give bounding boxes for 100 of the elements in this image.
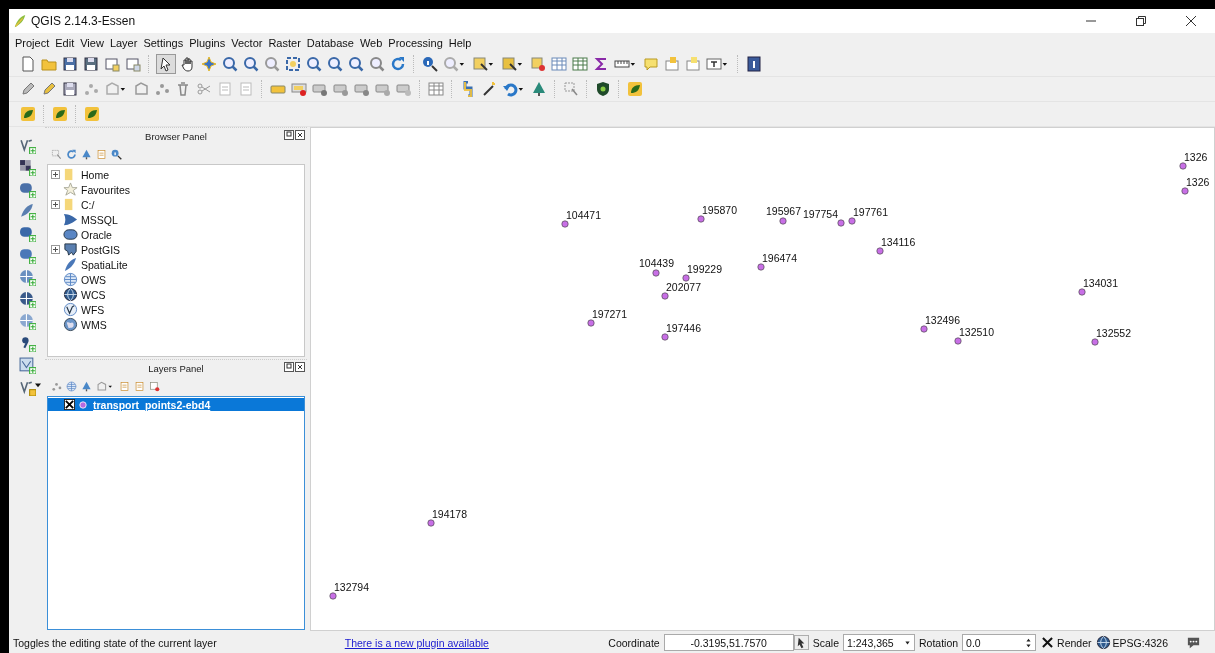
rotation-spinbox[interactable]: 0.0: [962, 634, 1037, 651]
menu-item[interactable]: Settings: [143, 36, 184, 49]
menu-item[interactable]: Vector: [231, 36, 263, 49]
close-icon[interactable]: [1185, 15, 1197, 27]
browser-item[interactable]: WCS: [81, 288, 106, 301]
map-point: [697, 215, 705, 223]
menu-item[interactable]: Project: [15, 36, 50, 49]
menu-item[interactable]: Plugins: [189, 36, 226, 49]
browser-item[interactable]: Home: [81, 168, 109, 181]
add-feather-icon[interactable]: [18, 203, 36, 220]
select-icon[interactable]: [471, 56, 488, 72]
help-book-icon[interactable]: [745, 56, 762, 72]
select-icon[interactable]: [500, 56, 517, 72]
remove-layer-icon[interactable]: [149, 380, 160, 392]
text-box-icon[interactable]: [705, 56, 722, 72]
add-map-icon[interactable]: [18, 357, 36, 374]
point-label: 197754: [802, 208, 838, 220]
browser-item[interactable]: SpatiaLite: [81, 258, 128, 271]
magnifier-icon[interactable]: [305, 56, 322, 72]
new-file-icon[interactable]: [19, 56, 36, 72]
zoom-full-icon[interactable]: [284, 56, 301, 72]
browser-item[interactable]: C:/: [81, 198, 95, 211]
page-icon[interactable]: [124, 56, 141, 72]
plugin-link[interactable]: There is a new plugin available: [344, 636, 489, 649]
deselect-icon[interactable]: [529, 56, 546, 72]
magnifier-icon[interactable]: [368, 56, 385, 72]
layer-checkbox[interactable]: [64, 399, 75, 410]
info-icon[interactable]: [111, 148, 122, 160]
pencil-icon[interactable]: [40, 81, 57, 97]
browser-item[interactable]: PostGIS: [81, 243, 121, 256]
add-vector-icon[interactable]: [18, 137, 36, 154]
add-database-icon[interactable]: [18, 225, 36, 242]
close-icon[interactable]: [295, 130, 305, 140]
browser-item[interactable]: Favourites: [81, 183, 131, 196]
browser-item[interactable]: WMS: [81, 318, 107, 331]
refresh-icon[interactable]: [389, 56, 406, 72]
shield-icon[interactable]: [594, 81, 611, 97]
menu-item[interactable]: Processing: [388, 36, 443, 49]
map-point: [876, 247, 884, 255]
zoom-out-icon[interactable]: [242, 56, 259, 72]
point-label: 134116: [881, 236, 916, 248]
menu-item[interactable]: Help: [448, 36, 472, 49]
sum-icon[interactable]: [592, 56, 609, 72]
float-panel-icon[interactable]: [284, 362, 294, 372]
add-raster-icon[interactable]: [18, 159, 36, 176]
plugin-leaf-icon[interactable]: [83, 106, 100, 122]
speech-bubble-icon[interactable]: [1186, 635, 1201, 650]
browser-item[interactable]: MSSQL: [81, 213, 118, 226]
map-canvas[interactable]: 1326 1326 104471 195870 195967 197754 197761 134116 104439 199229 202077 196474 197271 197446 132496 132510 134031 132552 194178 132794: [310, 127, 1215, 631]
star-icon[interactable]: [200, 56, 217, 72]
globe-icon[interactable]: [1095, 635, 1111, 650]
pencil-icon[interactable]: [19, 81, 36, 97]
zoom-in-icon[interactable]: [221, 56, 238, 72]
map-point: [661, 333, 669, 341]
mouse-icon[interactable]: [793, 635, 809, 650]
float-panel-icon[interactable]: [284, 130, 294, 140]
spin-arrows-icon[interactable]: [1025, 636, 1033, 649]
scale-combo[interactable]: 1:243,365: [843, 634, 915, 651]
layer-row[interactable]: transport_points2-ebd4: [48, 398, 304, 411]
menu-item[interactable]: Edit: [55, 36, 75, 49]
undo-icon[interactable]: [501, 81, 518, 97]
map-point: [757, 263, 765, 271]
browser-item[interactable]: WFS: [81, 303, 105, 316]
plugin-leaf-icon[interactable]: [19, 106, 36, 122]
menu-item[interactable]: Raster: [268, 36, 301, 49]
table-icon[interactable]: [550, 56, 567, 72]
table-icon[interactable]: [427, 81, 444, 97]
info-icon[interactable]: [421, 56, 438, 72]
magnifier-icon[interactable]: [347, 56, 364, 72]
plugin-leaf-icon[interactable]: [626, 81, 643, 97]
menu-item[interactable]: Database: [306, 36, 354, 49]
point-label: 195967: [766, 205, 802, 217]
menu-item[interactable]: View: [80, 36, 104, 49]
magnifier-icon[interactable]: [263, 56, 280, 72]
map-point: [1091, 338, 1099, 346]
menu-item[interactable]: Layer: [109, 36, 138, 49]
tree-icon[interactable]: [530, 81, 547, 97]
menu-item[interactable]: Web: [359, 36, 383, 49]
browser-item[interactable]: Oracle: [81, 228, 112, 241]
label-tag-icon[interactable]: [332, 81, 349, 97]
close-icon[interactable]: [295, 362, 305, 372]
add-globe-icon[interactable]: [18, 269, 36, 286]
add-database-icon[interactable]: [18, 181, 36, 198]
crs-button[interactable]: EPSG:4326: [1112, 636, 1168, 649]
label-tag-icon[interactable]: [311, 81, 328, 97]
add-globe-icon[interactable]: [18, 291, 36, 308]
plugin-leaf-icon[interactable]: [51, 106, 68, 122]
label-tag-icon[interactable]: [290, 81, 307, 97]
hand-icon[interactable]: [179, 56, 196, 72]
render-checkbox[interactable]: [1042, 637, 1054, 648]
restore-icon[interactable]: [1135, 15, 1147, 27]
add-database-icon[interactable]: [18, 247, 36, 264]
pointer-icon[interactable]: [156, 55, 175, 73]
coordinate-field[interactable]: -0.3195,51.7570: [663, 634, 794, 651]
new-vector-icon[interactable]: [18, 379, 36, 396]
browser-item[interactable]: OWS: [81, 273, 107, 286]
table-icon[interactable]: [571, 56, 588, 72]
refresh-icon[interactable]: [66, 148, 77, 160]
magnifier-icon[interactable]: [326, 56, 343, 72]
label-tag-icon[interactable]: [353, 81, 370, 97]
